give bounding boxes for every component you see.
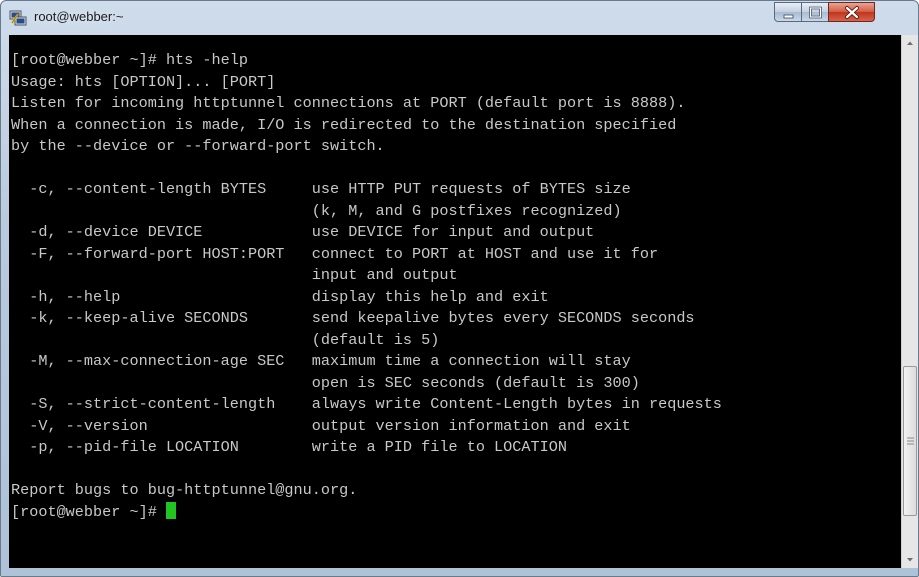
output-line: by the --device or --forward-port switch…	[11, 137, 385, 155]
vertical-scrollbar[interactable]	[901, 35, 918, 568]
output-line: -S, --strict-content-length always write…	[11, 395, 722, 413]
output-line: open is SEC seconds (default is 300)	[11, 373, 640, 392]
prompt-line[interactable]: [root@webber ~]#	[11, 501, 722, 524]
output-line: -d, --device DEVICE use DEVICE for input…	[11, 223, 595, 241]
scroll-thumb[interactable]	[903, 366, 917, 517]
grip-icon	[907, 437, 914, 445]
output-line: input and output	[11, 266, 458, 284]
output-line: [root@webber ~]# hts -help	[11, 51, 248, 69]
window-title: root@webber:~	[34, 9, 124, 24]
output-line: -k, --keep-alive SECONDS send keepalive …	[11, 309, 695, 327]
putty-icon[interactable]	[9, 9, 27, 27]
output-line: -p, --pid-file LOCATION write a PID file…	[11, 438, 567, 456]
title-bar[interactable]: root@webber:~	[1, 1, 918, 35]
output-line: Usage: hts [OPTION]... [PORT]	[11, 72, 276, 91]
output-line: -h, --help display this help and exit	[11, 287, 549, 306]
output-line: -V, --version output version information…	[11, 416, 631, 435]
minimize-icon	[783, 14, 794, 19]
minimize-button[interactable]	[774, 2, 802, 22]
terminal-screen[interactable]: [root@webber ~]# hts -help Usage: hts [OP…	[9, 35, 901, 568]
close-icon	[845, 6, 859, 19]
terminal-window: root@webber:~ [root@webber ~]# hts -help…	[0, 0, 919, 577]
output-line: When a connection is made, I/O is redire…	[11, 115, 677, 134]
maximize-icon	[809, 6, 822, 19]
close-button[interactable]	[828, 2, 875, 22]
output-line: (default is 5)	[11, 330, 440, 349]
output-line: -c, --content-length BYTES use HTTP PUT …	[11, 180, 631, 198]
terminal-output: [root@webber ~]# hts -help Usage: hts [OP…	[11, 50, 722, 523]
arrow-down-icon[interactable]	[902, 551, 918, 568]
arrow-up-icon[interactable]	[902, 35, 918, 52]
shell-prompt: [root@webber ~]#	[11, 502, 166, 521]
maximize-button[interactable]	[801, 2, 829, 22]
output-line: (k, M, and G postfixes recognized)	[11, 201, 622, 220]
output-line: -F, --forward-port HOST:PORT connect to …	[11, 244, 659, 263]
output-line: Listen for incoming httptunnel connectio…	[11, 94, 686, 112]
output-line: -M, --max-connection-age SEC maximum tim…	[11, 352, 631, 370]
output-line: Report bugs to bug-httptunnel@gnu.org.	[11, 481, 358, 499]
text-cursor	[165, 501, 176, 519]
